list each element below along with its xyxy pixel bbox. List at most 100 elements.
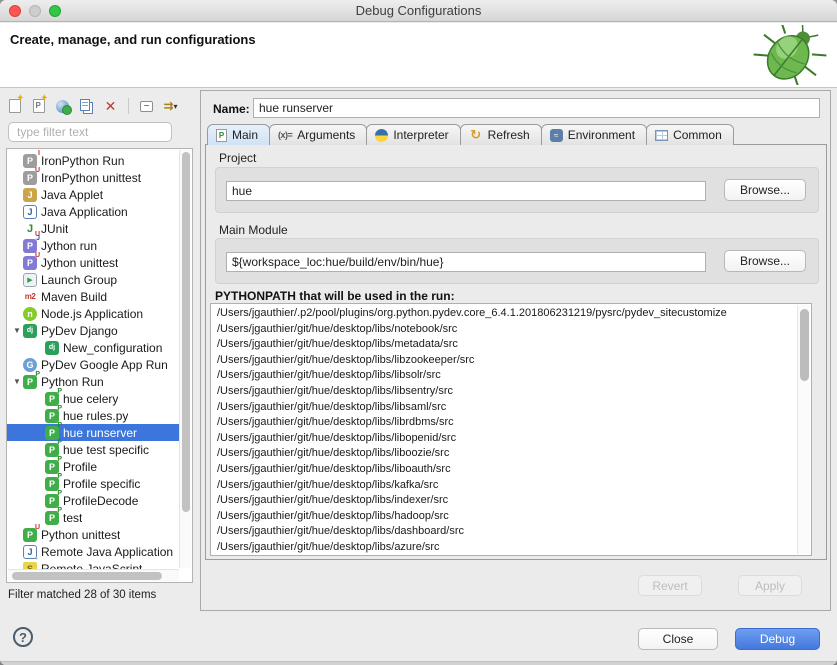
delete-configuration-icon[interactable]: ✕ bbox=[102, 98, 119, 115]
tree-item[interactable]: hue rules.py bbox=[7, 407, 179, 424]
tab-main[interactable]: PMain bbox=[207, 124, 270, 145]
pythonpath-entry[interactable]: /Users/jgauthier/git/hue/desktop/libs/li… bbox=[211, 368, 796, 384]
tree-item[interactable]: ▼ PyDev Django bbox=[7, 322, 179, 339]
tree-item[interactable]: ProfileDecode bbox=[7, 492, 179, 509]
tree-item-label: Java Application bbox=[41, 205, 128, 219]
tree-horizontal-scrollbar[interactable] bbox=[8, 569, 179, 581]
pythonpath-list[interactable]: /Users/jgauthier/.p2/pool/plugins/org.py… bbox=[210, 303, 812, 556]
pythonpath-entry[interactable]: /Users/jgauthier/git/hue/desktop/libs/li… bbox=[211, 462, 796, 478]
tab-arguments[interactable]: (x)=Arguments bbox=[269, 124, 367, 145]
pythonpath-entry[interactable]: /Users/jgauthier/git/hue/desktop/libs/li… bbox=[211, 400, 796, 416]
main-module-browse-button[interactable]: Browse... bbox=[724, 250, 806, 272]
tab-refresh[interactable]: ↻Refresh bbox=[460, 124, 542, 145]
tree-item-label: hue celery bbox=[63, 392, 118, 406]
pythonpath-entry[interactable]: /Users/jgauthier/git/hue/desktop/libs/li… bbox=[211, 415, 796, 431]
tree-item[interactable]: hue celery bbox=[7, 390, 179, 407]
tree-item-label: PyDev Django bbox=[41, 324, 118, 338]
tree-item-label: IronPython unittest bbox=[41, 171, 141, 185]
tree-item[interactable]: Remote Java Application bbox=[7, 543, 179, 560]
python-run-icon bbox=[45, 392, 59, 406]
tree-horizontal-scrollbar-thumb[interactable] bbox=[12, 572, 162, 580]
maven-build-icon bbox=[23, 290, 37, 304]
revert-button[interactable]: Revert bbox=[638, 575, 702, 596]
header-banner: Create, manage, and run configurations bbox=[0, 23, 837, 88]
tab-common[interactable]: Common bbox=[646, 124, 734, 145]
main-module-input[interactable] bbox=[226, 252, 706, 272]
pythonpath-entry[interactable]: /Users/jgauthier/git/hue/desktop/libs/li… bbox=[211, 446, 796, 462]
tree-item-label: Python Run bbox=[41, 375, 104, 389]
tree-item[interactable]: test bbox=[7, 509, 179, 526]
tree-vertical-scrollbar-thumb[interactable] bbox=[182, 152, 190, 512]
dialog-footer: ? Close Debug bbox=[0, 612, 837, 665]
tree-item[interactable]: Launch Group bbox=[7, 271, 179, 288]
pythonpath-entry[interactable]: /Users/jgauthier/git/hue/desktop/libs/li… bbox=[211, 384, 796, 400]
project-input[interactable] bbox=[226, 181, 706, 201]
apply-button[interactable]: Apply bbox=[738, 575, 802, 596]
new-configuration-icon[interactable] bbox=[6, 98, 23, 115]
main-module-group: Browse... bbox=[215, 238, 819, 284]
tree-item[interactable]: hue test specific bbox=[7, 441, 179, 458]
expander-icon[interactable]: ▼ bbox=[11, 377, 23, 386]
refresh-icon: ↻ bbox=[469, 128, 483, 142]
tree-item[interactable]: Profile specific bbox=[7, 475, 179, 492]
tree-item-label: New_configuration bbox=[63, 341, 162, 355]
tree-item[interactable]: PyDev Google App Run bbox=[7, 356, 179, 373]
python-run-icon bbox=[45, 494, 59, 508]
filter-input[interactable] bbox=[8, 122, 172, 142]
tab-environment[interactable]: ≈Environment bbox=[541, 124, 647, 145]
tree-item[interactable]: IronPython unittest bbox=[7, 169, 179, 186]
python-run-icon bbox=[45, 477, 59, 491]
configurations-tree[interactable]: IronPython RunIronPython unittestJava Ap… bbox=[6, 148, 193, 583]
close-button[interactable]: Close bbox=[638, 628, 718, 650]
tree-item[interactable]: hue runserver bbox=[7, 424, 179, 441]
tree-item[interactable]: Java Application bbox=[7, 203, 179, 220]
pythonpath-entry[interactable]: /Users/jgauthier/.p2/pool/plugins/org.py… bbox=[211, 306, 796, 322]
pythonpath-entry[interactable]: /Users/jgauthier/git/hue/desktop/libs/ka… bbox=[211, 478, 796, 494]
export-configurations-icon[interactable] bbox=[54, 98, 71, 115]
pythonpath-vertical-scrollbar[interactable] bbox=[797, 305, 810, 554]
tree-item[interactable]: Python unittest bbox=[7, 526, 179, 543]
tree-item[interactable]: Maven Build bbox=[7, 288, 179, 305]
tree-item[interactable]: New_configuration bbox=[7, 339, 179, 356]
pythonpath-vertical-scrollbar-thumb[interactable] bbox=[800, 309, 809, 381]
pythonpath-entry[interactable]: /Users/jgauthier/git/hue/desktop/libs/no… bbox=[211, 322, 796, 338]
tree-item[interactable]: Node.js Application bbox=[7, 305, 179, 322]
project-browse-button[interactable]: Browse... bbox=[724, 179, 806, 201]
expander-icon[interactable]: ▼ bbox=[11, 326, 23, 335]
tree-item[interactable]: Jython run bbox=[7, 237, 179, 254]
junit-icon bbox=[23, 222, 37, 236]
main-module-group-label: Main Module bbox=[219, 223, 288, 237]
pythonpath-entry[interactable]: /Users/jgauthier/git/hue/desktop/libs/li… bbox=[211, 431, 796, 447]
name-label: Name: bbox=[213, 102, 250, 116]
collapse-all-icon[interactable]: − bbox=[138, 98, 155, 115]
tree-item[interactable]: Java Applet bbox=[7, 186, 179, 203]
tab-label: Main bbox=[232, 128, 258, 142]
pythonpath-entry[interactable]: /Users/jgauthier/git/hue/desktop/libs/me… bbox=[211, 337, 796, 353]
tree-item-label: ProfileDecode bbox=[63, 494, 138, 508]
tree-item[interactable]: IronPython Run bbox=[7, 152, 179, 169]
tab-label: Arguments bbox=[297, 128, 355, 142]
new-prototype-icon[interactable] bbox=[30, 98, 47, 115]
pythonpath-entry[interactable]: /Users/jgauthier/git/hue/desktop/libs/in… bbox=[211, 493, 796, 509]
duplicate-configuration-icon[interactable] bbox=[78, 98, 95, 115]
filter-configurations-icon[interactable]: ⇉▾ bbox=[162, 98, 179, 115]
tree-vertical-scrollbar[interactable] bbox=[179, 150, 191, 568]
debug-configurations-dialog: Debug Configurations Create, manage, and… bbox=[0, 0, 837, 665]
table-icon bbox=[655, 130, 668, 141]
name-input[interactable] bbox=[253, 98, 820, 118]
tree-item[interactable]: ▼ Python Run bbox=[7, 373, 179, 390]
pythonpath-entry[interactable]: /Users/jgauthier/git/hue/desktop/libs/li… bbox=[211, 353, 796, 369]
help-button[interactable]: ? bbox=[13, 627, 33, 647]
tab-interpreter[interactable]: Interpreter bbox=[366, 124, 460, 145]
launch-group-icon bbox=[23, 273, 37, 287]
tree-item[interactable]: JUnit bbox=[7, 220, 179, 237]
titlebar[interactable]: Debug Configurations bbox=[0, 0, 837, 22]
tree-item[interactable]: Profile bbox=[7, 458, 179, 475]
debug-button[interactable]: Debug bbox=[735, 628, 820, 650]
tree-item-label: Jython unittest bbox=[41, 256, 118, 270]
pythonpath-entry[interactable]: /Users/jgauthier/git/hue/desktop/libs/ha… bbox=[211, 509, 796, 525]
pythonpath-entry[interactable]: /Users/jgauthier/git/hue/desktop/libs/da… bbox=[211, 524, 796, 540]
pythonpath-entry[interactable]: /Users/jgauthier/git/hue/desktop/libs/az… bbox=[211, 540, 796, 556]
tab-label: Environment bbox=[568, 128, 635, 142]
tree-item[interactable]: Jython unittest bbox=[7, 254, 179, 271]
